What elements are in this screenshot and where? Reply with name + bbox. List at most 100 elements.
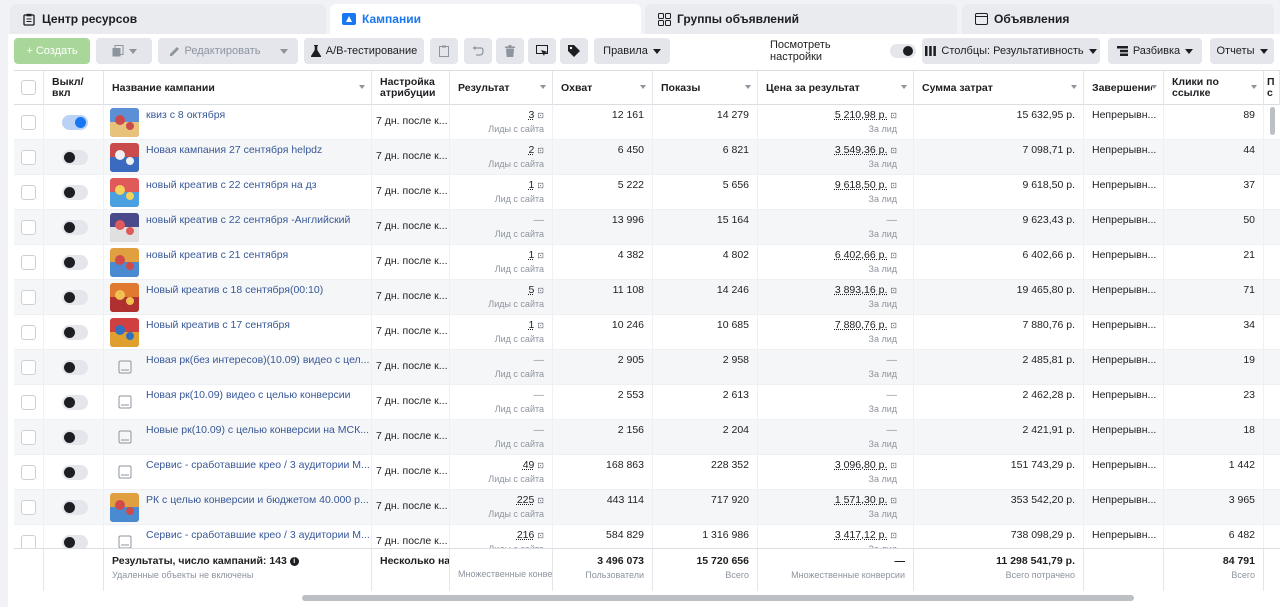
campaign-toggle[interactable] xyxy=(62,220,88,235)
result-value[interactable]: 1 xyxy=(529,179,535,191)
col-name[interactable]: Название кампании xyxy=(104,71,372,105)
cpr-value[interactable]: 9 618,50 р. xyxy=(835,179,888,191)
campaign-name-link[interactable]: Новый креатив с 17 сентября xyxy=(146,319,290,331)
campaign-name-link[interactable]: новый креатив с 21 сентября xyxy=(146,249,288,261)
campaign-toggle[interactable] xyxy=(62,115,88,130)
cpr-value[interactable]: 3 549,36 р. xyxy=(835,144,888,156)
cpr-value[interactable]: 3 893,16 р. xyxy=(835,284,888,296)
result-value[interactable]: 225 xyxy=(517,494,535,506)
campaign-toggle[interactable] xyxy=(62,255,88,270)
campaign-name-link[interactable]: Новая рк(без интересов)(10.09) видео с ц… xyxy=(146,354,369,366)
row-checkbox[interactable] xyxy=(21,290,36,305)
col-result[interactable]: Результат xyxy=(450,71,553,105)
row-checkbox[interactable] xyxy=(21,395,36,410)
row-checkbox[interactable] xyxy=(21,500,36,515)
campaign-toggle[interactable] xyxy=(62,185,88,200)
create-button[interactable]: + Создать xyxy=(14,38,90,64)
tag-button[interactable] xyxy=(560,38,588,64)
campaign-name-link[interactable]: Новая рк(10.09) видео с целью конверсии xyxy=(146,389,351,401)
campaign-name-link[interactable]: Сервис - сработавшие крео / 3 аудитории … xyxy=(146,459,370,471)
row-checkbox[interactable] xyxy=(21,430,36,445)
campaign-toggle[interactable] xyxy=(62,290,88,305)
tab-ads[interactable]: Объявления xyxy=(962,4,1274,34)
table-row[interactable]: РК с целью конверсии и бюджетом 40.000 р… xyxy=(14,490,1280,525)
row-checkbox[interactable] xyxy=(21,325,36,340)
row-checkbox[interactable] xyxy=(21,220,36,235)
cpr-value[interactable]: 3 096,80 р. xyxy=(835,459,888,471)
col-cost-per-result[interactable]: Цена за результат xyxy=(758,71,914,105)
campaign-name-link[interactable]: Сервис - сработавшие крео / 3 аудитории … xyxy=(146,529,370,541)
campaign-name-link[interactable]: новый креатив с 22 сентября -Английский xyxy=(146,214,350,226)
col-attribution[interactable]: Настройка атрибуции xyxy=(372,71,450,105)
ab-test-button[interactable]: A/B-тестирование xyxy=(304,38,424,64)
row-checkbox[interactable] xyxy=(21,535,36,548)
cpr-value[interactable]: 5 210,98 р. xyxy=(835,109,888,121)
cpr-value[interactable]: 7 880,76 р. xyxy=(835,319,888,331)
campaign-toggle[interactable] xyxy=(62,395,88,410)
result-value[interactable]: 3 xyxy=(529,109,535,121)
col-end[interactable]: Завершение xyxy=(1084,71,1164,105)
result-value[interactable]: 2 xyxy=(529,144,535,156)
row-checkbox[interactable] xyxy=(21,255,36,270)
result-value[interactable]: 216 xyxy=(517,529,535,541)
table-row[interactable]: Сервис - сработавшие крео / 3 аудитории … xyxy=(14,455,1280,490)
table-row[interactable]: Новая кампания 27 сентября helpdz 7 дн. … xyxy=(14,140,1280,175)
campaign-name-link[interactable]: Новая кампания 27 сентября helpdz xyxy=(146,144,322,156)
tab-resource-center[interactable]: Центр ресурсов xyxy=(10,4,326,34)
cpr-value[interactable]: 3 417,12 р. xyxy=(835,529,888,541)
campaign-toggle[interactable] xyxy=(62,360,88,375)
campaign-toggle[interactable] xyxy=(62,150,88,165)
preview-button[interactable] xyxy=(528,38,556,64)
table-row[interactable]: Новая рк(без интересов)(10.09) видео с ц… xyxy=(14,350,1280,385)
table-row[interactable]: Новые рк(10.09) с целью конверсии на МСК… xyxy=(14,420,1280,455)
row-checkbox[interactable] xyxy=(21,185,36,200)
tab-campaigns[interactable]: Кампании xyxy=(330,4,641,34)
table-row[interactable]: Сервис - сработавшие крео / 3 аудитории … xyxy=(14,525,1280,548)
campaign-toggle[interactable] xyxy=(62,500,88,515)
row-checkbox[interactable] xyxy=(21,150,36,165)
campaign-name-link[interactable]: Новый креатив с 18 сентября(00:10) xyxy=(146,284,323,296)
campaign-toggle[interactable] xyxy=(62,430,88,445)
reports-dropdown[interactable]: Отчеты xyxy=(1210,38,1274,64)
col-extra[interactable]: П с xyxy=(1264,71,1280,105)
col-onoff[interactable]: Выкл/ вкл xyxy=(44,71,104,105)
result-value[interactable]: 49 xyxy=(523,459,535,471)
view-settings-toggle[interactable]: Посмотреть настройки xyxy=(770,38,916,64)
table-row[interactable]: Новая рк(10.09) видео с целью конверсии … xyxy=(14,385,1280,420)
campaign-name-link[interactable]: РК с целью конверсии и бюджетом 40.000 р… xyxy=(146,494,369,506)
tab-adsets[interactable]: Группы объявлений xyxy=(645,4,957,34)
columns-dropdown[interactable]: Столбцы: Результативность xyxy=(922,38,1100,64)
campaign-toggle[interactable] xyxy=(62,325,88,340)
table-row[interactable]: новый креатив с 22 сентября -Английский … xyxy=(14,210,1280,245)
result-value[interactable]: 1 xyxy=(529,319,535,331)
undo-button[interactable] xyxy=(464,38,492,64)
table-row[interactable]: квиз с 8 октября 7 дн. после к... 3 ⊡ Лид… xyxy=(14,105,1280,140)
table-row[interactable]: новый креатив с 21 сентября 7 дн. после … xyxy=(14,245,1280,280)
col-link-clicks[interactable]: Клики по ссылке xyxy=(1164,71,1264,105)
rules-dropdown[interactable]: Правила xyxy=(594,38,670,64)
col-spend[interactable]: Сумма затрат xyxy=(914,71,1084,105)
col-reach[interactable]: Охват xyxy=(553,71,653,105)
edit-button[interactable]: Редактировать xyxy=(158,38,298,64)
delete-button[interactable] xyxy=(496,38,524,64)
cpr-value[interactable]: 1 571,30 р. xyxy=(835,494,888,506)
result-value[interactable]: 5 xyxy=(529,284,535,296)
result-value[interactable]: 1 xyxy=(529,249,535,261)
horizontal-scrollbar[interactable] xyxy=(302,595,1134,601)
vertical-scrollbar[interactable] xyxy=(1270,107,1275,135)
clipboard-button[interactable] xyxy=(430,38,458,64)
table-row[interactable]: Новый креатив с 17 сентября 7 дн. после … xyxy=(14,315,1280,350)
breakdown-dropdown[interactable]: Разбивка xyxy=(1108,38,1202,64)
campaign-name-link[interactable]: квиз с 8 октября xyxy=(146,109,225,121)
col-impressions[interactable]: Показы xyxy=(653,71,758,105)
duplicate-button[interactable] xyxy=(96,38,152,64)
table-row[interactable]: Новый креатив с 18 сентября(00:10) 7 дн.… xyxy=(14,280,1280,315)
campaign-toggle[interactable] xyxy=(62,535,88,548)
table-row[interactable]: новый креатив с 22 сентября на дз 7 дн. … xyxy=(14,175,1280,210)
row-checkbox[interactable] xyxy=(21,115,36,130)
cpr-value[interactable]: 6 402,66 р. xyxy=(835,249,888,261)
row-checkbox[interactable] xyxy=(21,465,36,480)
row-checkbox[interactable] xyxy=(21,360,36,375)
campaign-name-link[interactable]: Новые рк(10.09) с целью конверсии на МСК… xyxy=(146,424,369,436)
select-all-checkbox[interactable] xyxy=(21,80,36,95)
